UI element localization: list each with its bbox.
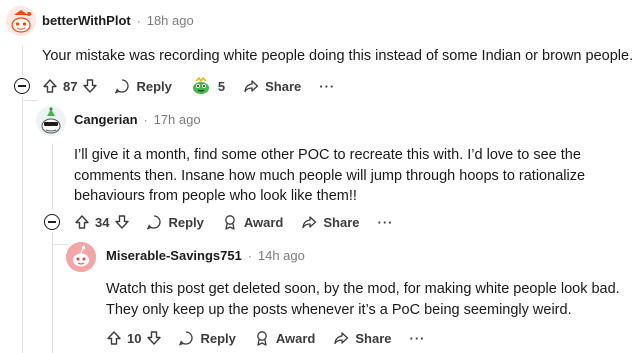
reply-button[interactable]: Reply (178, 330, 236, 346)
share-button[interactable]: Share (333, 330, 392, 346)
thread-line (52, 244, 68, 245)
share-label: Share (323, 214, 360, 230)
upvote-icon[interactable] (106, 330, 122, 346)
award-button[interactable]: Award (222, 214, 284, 230)
more-options-button[interactable]: ··· (410, 331, 426, 346)
comment-meta: Cangerian · 17h ago (74, 112, 201, 127)
avatar[interactable] (66, 242, 96, 272)
comment-meta: betterWithPlot · 18h ago (42, 13, 194, 28)
thread-line (52, 232, 53, 353)
award-label: Award (243, 214, 284, 230)
more-options-button[interactable]: ··· (378, 215, 394, 230)
comment-line: Your mistake was recording white people … (42, 48, 634, 64)
award-icon (225, 215, 235, 230)
vote-group: 87 (42, 78, 98, 94)
downvote-icon[interactable] (114, 214, 130, 230)
comment-line: comments then. Insane how much people wi… (74, 167, 586, 184)
separator: · (136, 13, 141, 28)
downvote-icon[interactable] (146, 330, 162, 346)
share-icon (302, 216, 317, 229)
vote-count: 34 (95, 214, 110, 230)
comment-line: I’ll give it a month, find some other PO… (74, 147, 581, 163)
share-label: Share (265, 78, 302, 94)
separator: · (143, 112, 148, 127)
share-button[interactable]: Share (243, 78, 301, 94)
comment-body: Watch this post get deleted soon, by the… (106, 279, 620, 320)
comment-body: I’ll give it a month, find some other PO… (74, 145, 585, 207)
comment-line: Watch this post get deleted soon, by the… (106, 281, 620, 297)
timestamp[interactable]: 18h ago (147, 13, 194, 28)
snoo-avatar-icon (66, 242, 96, 272)
timestamp[interactable]: 17h ago (154, 112, 201, 127)
avatar[interactable] (36, 106, 66, 136)
reply-label: Reply (168, 214, 204, 230)
share-button[interactable]: Share (301, 214, 360, 230)
reply-icon (115, 79, 130, 94)
thread-line (22, 96, 23, 353)
share-label: Share (355, 330, 392, 346)
award-label: Award (275, 330, 316, 346)
thread-line (52, 144, 53, 210)
snoo-avatar-icon (36, 106, 66, 136)
collapse-thread-button[interactable] (14, 78, 30, 94)
reply-label: Reply (136, 78, 172, 94)
reply-button[interactable]: Reply (114, 78, 172, 94)
upvote-icon[interactable] (42, 78, 58, 94)
reply-icon (147, 215, 162, 230)
comment-meta: Miserable-Savings751 · 14h ago (106, 248, 305, 263)
award-count: 5 (217, 78, 226, 94)
vote-count: 10 (127, 330, 142, 346)
downvote-icon[interactable] (82, 78, 98, 94)
more-options-button[interactable]: ··· (319, 79, 335, 94)
reply-icon (179, 331, 194, 346)
comment-line: They only keep up the posts whenever it’… (106, 301, 572, 318)
reply-label: Reply (200, 330, 236, 346)
award-button[interactable]: 5 (190, 76, 225, 96)
vote-group: 34 (74, 214, 130, 230)
reply-button[interactable]: Reply (146, 214, 204, 230)
vote-group: 10 (106, 330, 162, 346)
award-icon (192, 76, 209, 94)
thread-line (22, 100, 38, 101)
award-icon (257, 331, 267, 346)
timestamp[interactable]: 14h ago (258, 248, 305, 263)
comment-body: Your mistake was recording white people … (42, 46, 633, 67)
award-button[interactable]: Award (254, 330, 316, 346)
share-icon (334, 332, 349, 345)
upvote-icon[interactable] (74, 214, 90, 230)
vote-count: 87 (63, 78, 78, 94)
collapse-thread-button[interactable] (44, 214, 60, 230)
username[interactable]: betterWithPlot (42, 13, 131, 28)
comment-actions: 87 Reply 5 Share ··· (42, 75, 335, 97)
avatar[interactable] (6, 6, 36, 36)
share-icon (244, 80, 259, 93)
thread-line (22, 46, 23, 76)
snoo-avatar-icon (6, 6, 36, 36)
username[interactable]: Cangerian (74, 112, 138, 127)
username[interactable]: Miserable-Savings751 (106, 248, 242, 263)
comment-actions: 10 Reply Award Share ··· (106, 327, 426, 349)
comment-actions: 34 Reply Award Share ··· (74, 211, 394, 233)
separator: · (247, 248, 252, 263)
comment-line: behaviours from people who look like the… (74, 188, 357, 204)
